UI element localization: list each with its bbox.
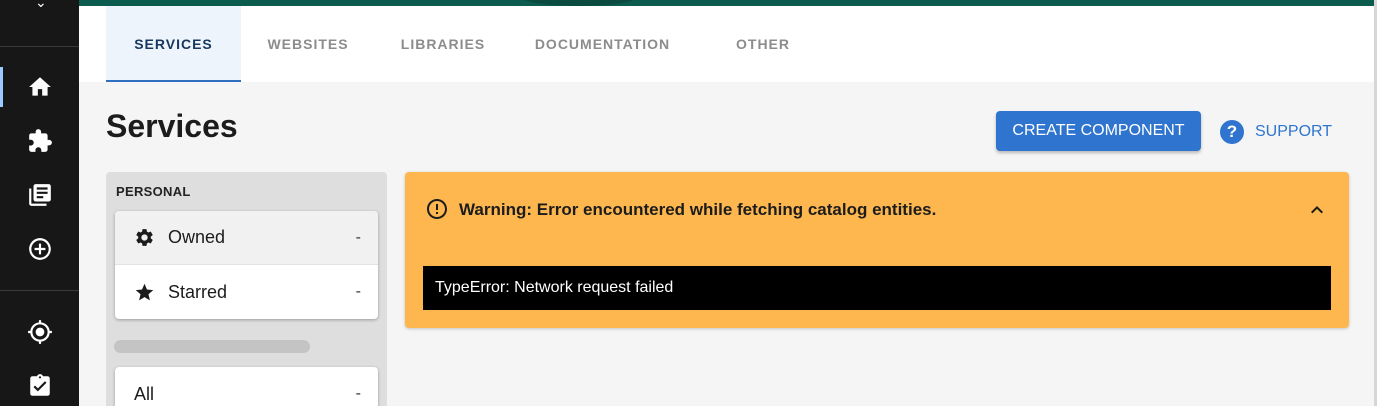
tab-bar: SERVICES WEBSITES LIBRARIES DOCUMENTATIO… bbox=[79, 6, 1374, 82]
filter-all-label: All bbox=[134, 383, 155, 404]
sidebar-item-apis[interactable] bbox=[0, 115, 79, 167]
sidebar: ⌄ bbox=[0, 0, 79, 406]
tab-websites[interactable]: WEBSITES bbox=[241, 6, 375, 82]
filter-owned[interactable]: Owned - bbox=[115, 211, 378, 265]
tab-documentation[interactable]: DOCUMENTATION bbox=[510, 6, 695, 82]
chevron-up-icon[interactable] bbox=[1305, 198, 1329, 222]
library-books-icon bbox=[28, 184, 51, 206]
filter-starred-label: Starred bbox=[168, 281, 228, 302]
error-outline-icon bbox=[427, 199, 447, 219]
gps-target-icon bbox=[27, 320, 52, 344]
sidebar-item-home[interactable] bbox=[0, 61, 79, 113]
sidebar-item-docs[interactable] bbox=[0, 169, 79, 221]
user-filter-panel: PERSONAL Owned - Starred - All - bbox=[106, 172, 387, 406]
support-button[interactable]: ? SUPPORT bbox=[1220, 118, 1332, 146]
assignment-check-icon bbox=[29, 374, 50, 396]
filter-all-count: - bbox=[355, 385, 361, 402]
sidebar-item-tech-radar[interactable] bbox=[0, 306, 79, 358]
personal-heading: PERSONAL bbox=[116, 184, 191, 199]
tab-other[interactable]: OTHER bbox=[696, 6, 830, 82]
add-circle-icon bbox=[28, 238, 51, 260]
home-icon bbox=[28, 77, 51, 96]
star-icon bbox=[135, 283, 154, 300]
create-component-button[interactable]: CREATE COMPONENT bbox=[996, 111, 1201, 151]
support-label: SUPPORT bbox=[1255, 123, 1333, 140]
tab-libraries[interactable]: LIBRARIES bbox=[376, 6, 510, 82]
gear-icon bbox=[136, 229, 153, 246]
sidebar-divider bbox=[0, 46, 79, 47]
filter-all[interactable]: All - bbox=[115, 367, 378, 406]
sidebar-item-scorecards[interactable] bbox=[0, 360, 79, 406]
personal-filter-card: Owned - Starred - bbox=[115, 211, 378, 319]
warning-panel: Warning: Error encountered while fetchin… bbox=[405, 172, 1349, 328]
org-filter-card: All - bbox=[115, 367, 378, 406]
sidebar-item-create[interactable] bbox=[0, 223, 79, 275]
redacted-heading bbox=[114, 340, 310, 353]
help-icon: ? bbox=[1220, 120, 1244, 144]
page-title: Services bbox=[106, 108, 238, 144]
filter-owned-count: - bbox=[355, 228, 361, 246]
sidebar-divider bbox=[0, 290, 79, 291]
warning-title: Warning: Error encountered while fetchin… bbox=[459, 200, 937, 219]
filter-owned-label: Owned bbox=[168, 227, 226, 247]
sidebar-top-icon[interactable]: ⌄ bbox=[35, 0, 47, 11]
filter-starred[interactable]: Starred - bbox=[115, 265, 378, 319]
tab-services[interactable]: SERVICES bbox=[106, 6, 241, 82]
filter-starred-count: - bbox=[355, 283, 361, 300]
error-message: TypeError: Network request failed bbox=[423, 266, 1331, 310]
extension-icon bbox=[28, 129, 52, 152]
